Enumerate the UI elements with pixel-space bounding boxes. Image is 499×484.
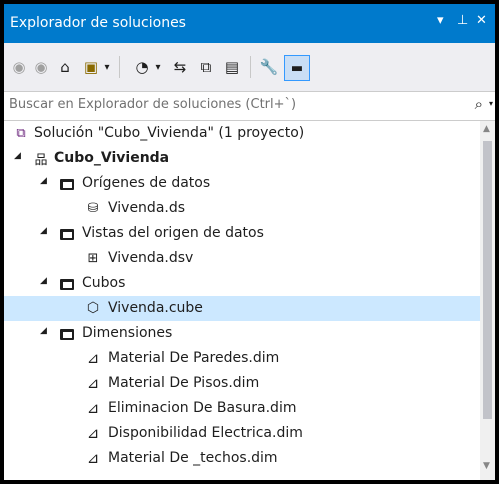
datasource-view-icon: ⊞ [87, 250, 99, 266]
search-options-dropdown-icon[interactable]: ▾ [489, 99, 493, 108]
tree-item-folder-data-source-views[interactable]: ◢ Vistas del origen de datos [4, 221, 480, 246]
tree-item-folder-cubes[interactable]: ◢ Cubos [4, 271, 480, 296]
tree-item-dimension[interactable]: ⊿ Material De Paredes.dim [4, 346, 480, 371]
panel-title: Explorador de soluciones [10, 15, 186, 31]
switch-views-icon[interactable]: ▣ [81, 54, 101, 80]
project-icon: 品 [34, 152, 48, 168]
home-icon[interactable]: ⌂ [55, 54, 75, 80]
tree-item-label: Eliminacion De Basura.dim [108, 400, 297, 416]
cube-icon: ⬡ [86, 300, 100, 316]
forward-icon[interactable]: ◉ [32, 54, 50, 80]
tree-item-label: Cubos [82, 275, 126, 291]
dimension-icon: ⊿ [86, 449, 100, 467]
tree-item-label: Vivenda.ds [108, 200, 186, 216]
dimension-icon: ⊿ [86, 374, 100, 392]
expand-arrow-icon[interactable]: ◢ [40, 326, 47, 336]
back-icon[interactable]: ◉ [10, 54, 28, 80]
tree-item-dimension[interactable]: ⊿ Material De Pisos.dim [4, 371, 480, 396]
solution-tree: ⧉ Solución "Cubo_Vivienda" (1 proyecto) … [4, 121, 480, 480]
folder-icon [58, 274, 76, 292]
expand-arrow-icon[interactable]: ◢ [40, 176, 47, 186]
toolbar: ◉ ◉ ⌂ ▣ ▾ ◔ ▾ ⇆ ⧉ ▤ 🔧 ▬ [4, 43, 495, 91]
expand-arrow-icon[interactable]: ◢ [40, 276, 47, 286]
tree-item-dimension[interactable]: ⊿ Material De _techos.dim [4, 446, 480, 471]
tree-item-dimension[interactable]: ⊿ Eliminacion De Basura.dim [4, 396, 480, 421]
pending-changes-icon[interactable]: ◔ [132, 54, 152, 80]
tree-item-label: Dimensiones [82, 325, 173, 341]
toolbar-separator [250, 56, 251, 78]
folder-icon [58, 324, 76, 342]
tree-item-data-source-view[interactable]: ⊞ Vivenda.dsv [4, 246, 480, 271]
close-icon[interactable]: ✕ [476, 13, 487, 28]
tree-item-solution[interactable]: ⧉ Solución "Cubo_Vivienda" (1 proyecto) [4, 121, 480, 146]
show-all-files-icon[interactable]: ▤ [222, 54, 242, 80]
tree-item-folder-data-sources[interactable]: ◢ Orígenes de datos [4, 171, 480, 196]
solution-icon: ⧉ [16, 125, 26, 141]
datasource-icon: ⛁ [87, 200, 99, 216]
tree-item-folder-dimensions[interactable]: ◢ Dimensiones [4, 321, 480, 346]
toolbar-separator [119, 56, 120, 78]
dimension-icon: ⊿ [86, 424, 100, 442]
search-input[interactable]: Buscar en Explorador de soluciones (Ctrl… [9, 97, 296, 112]
switch-views-dropdown-icon[interactable]: ▾ [102, 54, 112, 80]
search-bar[interactable]: Buscar en Explorador de soluciones (Ctrl… [4, 91, 495, 121]
dimension-icon: ⊿ [86, 399, 100, 417]
vertical-scrollbar[interactable]: ▲ ▼ [480, 121, 495, 480]
expand-arrow-icon[interactable]: ◢ [40, 226, 47, 236]
tree-item-label: Material De Paredes.dim [108, 350, 280, 366]
collapse-all-icon[interactable]: ⧉ [196, 54, 216, 80]
folder-icon [58, 224, 76, 242]
pending-changes-dropdown-icon[interactable]: ▾ [153, 54, 163, 80]
tree-item-label: Vivenda.dsv [108, 250, 194, 266]
tree-item-dimension[interactable]: ⊿ Disponibilidad Electrica.dim [4, 421, 480, 446]
tree-item-label: Disponibilidad Electrica.dim [108, 425, 303, 441]
tree-item-label: Vivenda.cube [108, 300, 203, 316]
window-position-dropdown-icon[interactable]: ▾ [437, 13, 444, 28]
tree-item-label: Material De _techos.dim [108, 450, 278, 466]
sync-icon[interactable]: ⇆ [170, 54, 190, 80]
search-icon[interactable]: ⌕ [475, 95, 483, 113]
dimension-icon: ⊿ [86, 349, 100, 367]
properties-wrench-icon[interactable]: 🔧 [258, 54, 280, 80]
tree-item-label: Material De Pisos.dim [108, 375, 260, 391]
scroll-up-icon[interactable]: ▲ [483, 124, 490, 134]
tree-item-label: Vistas del origen de datos [82, 225, 264, 241]
expand-arrow-icon[interactable]: ◢ [14, 151, 21, 161]
tree-item-label: Cubo_Vivienda [54, 150, 170, 166]
solution-explorer-panel: Explorador de soluciones ▾ ⊥ ✕ ◉ ◉ ⌂ ▣ ▾… [4, 4, 495, 480]
scrollbar-thumb[interactable] [483, 141, 492, 419]
panel-titlebar: Explorador de soluciones ▾ ⊥ ✕ [4, 4, 495, 43]
tree-item-project[interactable]: ◢ 品 Cubo_Vivienda [4, 146, 480, 171]
folder-icon [58, 174, 76, 192]
scroll-down-icon[interactable]: ▼ [483, 461, 490, 471]
tree-item-label: Orígenes de datos [82, 175, 211, 191]
tree-item-cube[interactable]: ⬡ Vivenda.cube [4, 296, 480, 321]
pin-icon[interactable]: ⊥ [457, 13, 468, 28]
tree-item-label: Solución "Cubo_Vivienda" (1 proyecto) [34, 125, 305, 141]
preview-selected-items-icon[interactable]: ▬ [284, 55, 310, 81]
tree-item-data-source[interactable]: ⛁ Vivenda.ds [4, 196, 480, 221]
